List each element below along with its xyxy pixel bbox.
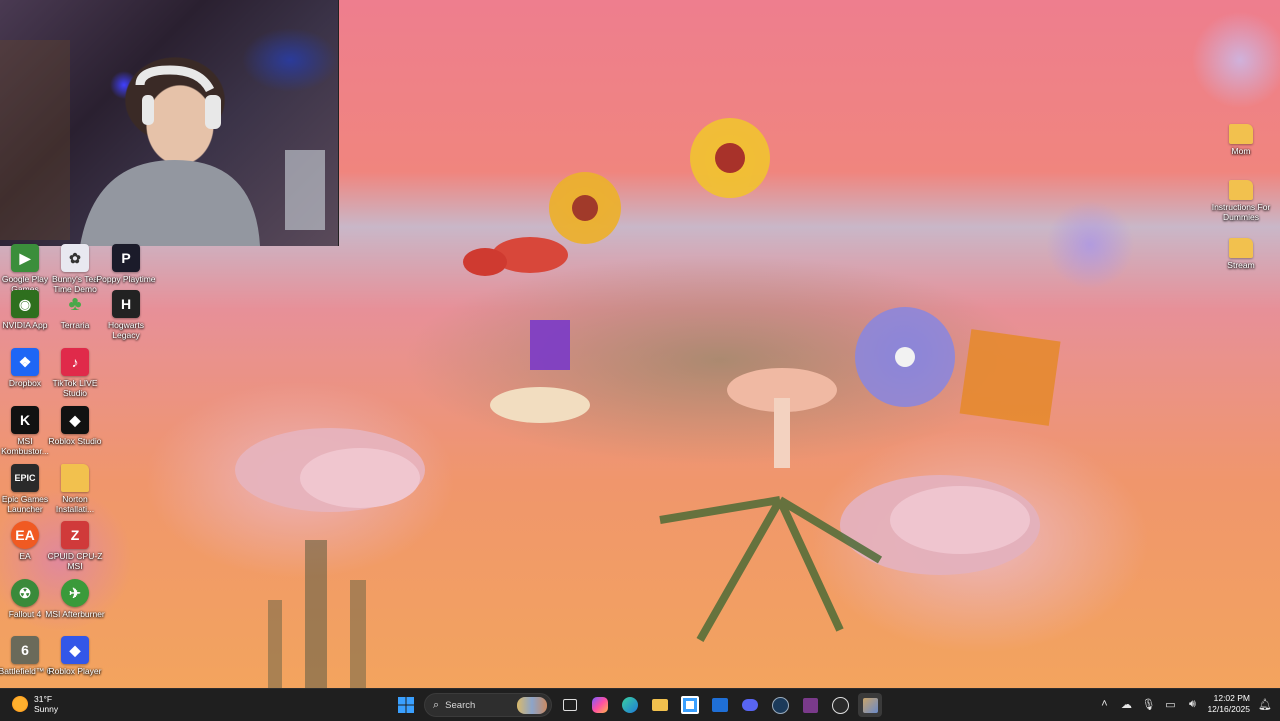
taskbar-outlook[interactable] [708, 693, 732, 717]
weather-temperature: 31°F [34, 694, 53, 704]
onedrive-icon[interactable]: ☁ [1119, 698, 1133, 711]
hogwarts-legacy-icon: H [112, 290, 140, 318]
store-icon [681, 696, 699, 714]
start-button[interactable] [394, 693, 418, 717]
network-icon[interactable]: ▭ [1163, 698, 1177, 711]
cpu-z-icon: Z [61, 521, 89, 549]
weather-condition: Sunny [34, 704, 59, 714]
roblox-studio-icon: ◆ [61, 406, 89, 434]
taskbar-app-purple[interactable] [798, 693, 822, 717]
taskbar-search[interactable]: ⌕ Search [424, 693, 552, 717]
desktop-icon-instructions-for-dummies[interactable]: Instructions For Dummies [1212, 180, 1270, 222]
desktop-icon-msi-afterburner[interactable]: ✈ MSI Afterburner [45, 579, 105, 619]
search-label: Search [445, 699, 476, 711]
notification-bell-icon[interactable]: 🔔︎ [1258, 698, 1272, 711]
clock-time: 12:02 PM [1213, 693, 1250, 703]
ea-icon: EA [11, 521, 39, 549]
terraria-icon: ♣ [68, 292, 82, 315]
obs-icon [831, 696, 849, 714]
desktop-icon-tiktok-live-studio[interactable]: ♪ TikTok LIVE Studio [47, 348, 103, 398]
battlefield-6-icon: 6 [11, 636, 39, 664]
copilot-icon [592, 697, 608, 713]
clock-date: 12/16/2025 [1207, 704, 1250, 714]
taskbar-copilot[interactable] [588, 693, 612, 717]
search-icon: ⌕ [433, 698, 440, 711]
tiktok-live-icon: ♪ [61, 348, 89, 376]
search-highlight-icon [517, 697, 547, 714]
webcam-overlay [0, 0, 339, 246]
folder-icon [61, 464, 89, 492]
clock[interactable]: 12:02 PM 12/16/2025 [1207, 693, 1250, 715]
steam-icon [771, 696, 789, 714]
taskbar-obs[interactable] [828, 693, 852, 717]
mail-icon [712, 698, 728, 712]
desktop-icon-cpuid-cpu-z[interactable]: Z CPUID CPU-Z MSI [47, 521, 103, 571]
taskbar-microsoft-store[interactable] [678, 693, 702, 717]
nvidia-app-icon: ◉ [11, 290, 39, 318]
msi-afterburner-icon: ✈ [61, 579, 89, 607]
bunny-tea-time-icon: ✿ [61, 244, 89, 272]
google-play-games-icon: ▶ [11, 244, 39, 272]
msi-kombustor-icon: K [11, 406, 39, 434]
edge-icon [622, 697, 638, 713]
taskbar-app-image[interactable] [858, 693, 882, 717]
epic-games-icon: EPIC [11, 464, 39, 492]
folder-icon [1229, 180, 1253, 200]
folder-icon [1229, 124, 1253, 144]
discord-icon [742, 699, 758, 711]
chevron-up-icon[interactable]: ˄ [1097, 698, 1111, 710]
poppy-playtime-icon: P [112, 244, 140, 272]
file-explorer-icon [652, 699, 668, 711]
desktop-icon-bunny-tea-time[interactable]: ✿ Bunny's Tea Time Demo [47, 244, 103, 294]
desktop-icon-roblox-player[interactable]: ◆ Roblox Player [47, 636, 103, 676]
task-view-icon [563, 699, 577, 711]
desktop-icon-terraria[interactable]: ♣ Terraria [47, 290, 103, 331]
webcam-person [0, 40, 325, 246]
sunny-weather-icon [12, 696, 28, 712]
stream-icon [1229, 238, 1253, 258]
taskbar-file-explorer[interactable] [648, 693, 672, 717]
windows-logo-icon [398, 697, 414, 713]
desktop-icon-hogwarts-legacy[interactable]: H Hogwarts Legacy [98, 290, 154, 340]
taskbar-steam[interactable] [768, 693, 792, 717]
app-icon [802, 697, 818, 713]
taskbar: 31°F Sunny ⌕ Search ˄ ☁ 🎙︎ ▭ 🔊︎ 12:02 PM… [0, 688, 1280, 721]
desktop-icon-stream[interactable]: Stream [1213, 238, 1269, 270]
desktop-icon-norton-installation[interactable]: Norton Installati... [47, 464, 103, 514]
weather-widget[interactable]: 31°F Sunny [12, 694, 58, 714]
speaker-icon[interactable]: 🔊︎ [1185, 698, 1199, 711]
system-tray: ˄ ☁ 🎙︎ ▭ 🔊︎ 12:02 PM 12/16/2025 🔔︎ [1097, 693, 1272, 715]
taskbar-pinned-apps: ⌕ Search [394, 693, 882, 717]
desktop-icon-mom[interactable]: Mom [1213, 124, 1269, 156]
task-view-button[interactable] [558, 693, 582, 717]
roblox-player-icon: ◆ [61, 636, 89, 664]
dropbox-icon: ❖ [11, 348, 39, 376]
taskbar-discord[interactable] [738, 693, 762, 717]
desktop-icon-msi-kombustor[interactable]: K MSI Kombustor... [0, 406, 53, 456]
microphone-icon[interactable]: 🎙︎ [1141, 698, 1155, 711]
desktop-icon-roblox-studio[interactable]: ◆ Roblox Studio [47, 406, 103, 446]
fallout-4-icon: ☢ [11, 579, 39, 607]
image-app-icon [862, 697, 878, 713]
desktop-icon-poppy-playtime[interactable]: P Poppy Playtime [96, 244, 156, 284]
taskbar-edge[interactable] [618, 693, 642, 717]
